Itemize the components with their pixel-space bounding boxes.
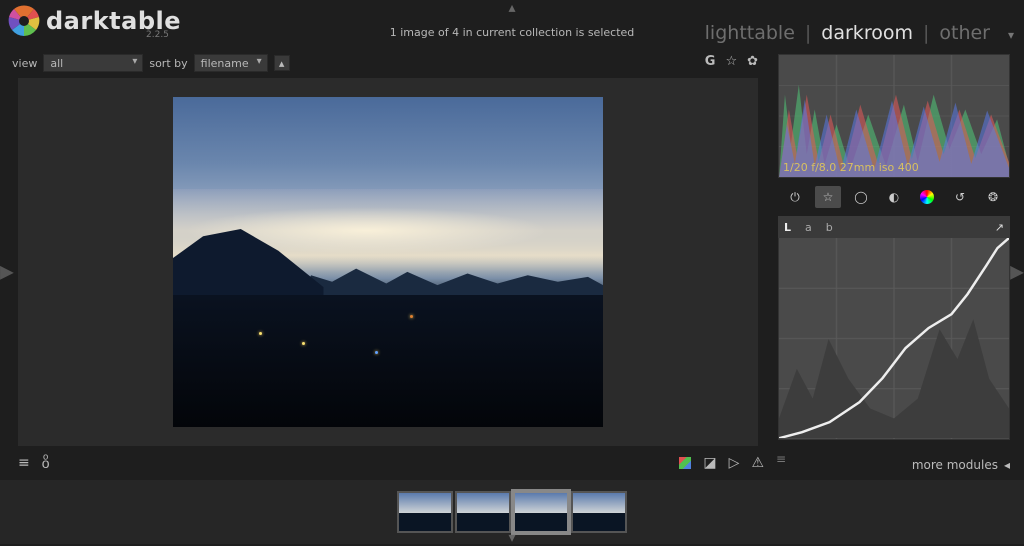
module-group-basic[interactable]: ◯ [848,186,874,208]
tone-curve[interactable] [778,238,1010,440]
thumb-2[interactable] [513,491,569,533]
curve-channel-b[interactable]: b [826,221,833,234]
thumb-0[interactable] [397,491,453,533]
views-dropdown-icon[interactable]: ▾ [1008,28,1014,42]
curve-channel-L[interactable]: L [784,221,791,234]
curve-channel-a[interactable]: a [805,221,812,234]
right-panel-toggle-icon[interactable]: ▶ [1010,262,1024,283]
more-modules-button[interactable]: more modules◂ [912,458,1010,472]
sort-label: sort by [149,57,187,70]
softproof-icon[interactable] [679,457,691,469]
more-modules-handle-icon[interactable]: ≡ [776,452,786,466]
module-group-favorites[interactable]: ☆ [815,186,841,208]
module-group-effect[interactable]: ❂ [980,186,1006,208]
view-filter-select[interactable]: all [43,54,143,72]
thumb-3[interactable] [571,491,627,533]
view-lighttable[interactable]: lighttable [705,22,795,44]
grouping-icon[interactable]: G [705,54,716,69]
thumb-1[interactable] [455,491,511,533]
curve-expand-icon[interactable]: ↗ [995,221,1004,234]
top-tool-icons: G ☆ ✿ [705,54,758,69]
image-canvas[interactable] [18,78,758,446]
sort-select[interactable]: filename [194,54,268,72]
module-group-tone[interactable]: ◐ [881,186,907,208]
preview-image [173,97,603,427]
histogram[interactable]: 1/20 f/8.0 27mm iso 400 [778,54,1010,178]
view-switcher: lighttable | darkroom | other [705,22,990,44]
overexposed-icon[interactable]: ▷ [729,455,740,471]
exif-overlay: 1/20 f/8.0 27mm iso 400 [783,161,919,174]
gamut-check-icon[interactable]: ◪ [703,455,716,471]
module-group-color[interactable] [914,186,940,208]
right-panel: 1/20 f/8.0 27mm iso 400 ⏻ ☆ ◯ ◐ ↺ ❂ 〜 L … [778,54,1010,462]
view-filter-label: view [12,57,37,70]
filter-bar: view all sort by filename ▴ [12,54,290,72]
quick-presets-icon[interactable]: ≡ [18,455,30,471]
view-darkroom[interactable]: darkroom [821,22,913,44]
star-overlay-icon[interactable]: ☆ [725,54,737,69]
left-panel-toggle-icon[interactable]: ▶ [0,262,14,283]
filmstrip[interactable]: ▾ [0,480,1024,544]
bottom-toolbar: ≡ oͦ ◪ ▷ ⚠ [18,452,764,474]
preferences-icon[interactable]: ✿ [747,54,758,69]
module-group-active[interactable]: ⏻ [782,186,808,208]
module-group-row: ⏻ ☆ ◯ ◐ ↺ ❂ [778,178,1010,216]
chevron-left-icon: ◂ [1004,458,1010,472]
sort-direction-button[interactable]: ▴ [274,55,290,71]
module-group-correct[interactable]: ↺ [947,186,973,208]
styles-icon[interactable]: oͦ [42,455,50,472]
raw-overexposed-icon[interactable]: ⚠ [751,455,764,471]
view-other[interactable]: other [939,22,990,44]
